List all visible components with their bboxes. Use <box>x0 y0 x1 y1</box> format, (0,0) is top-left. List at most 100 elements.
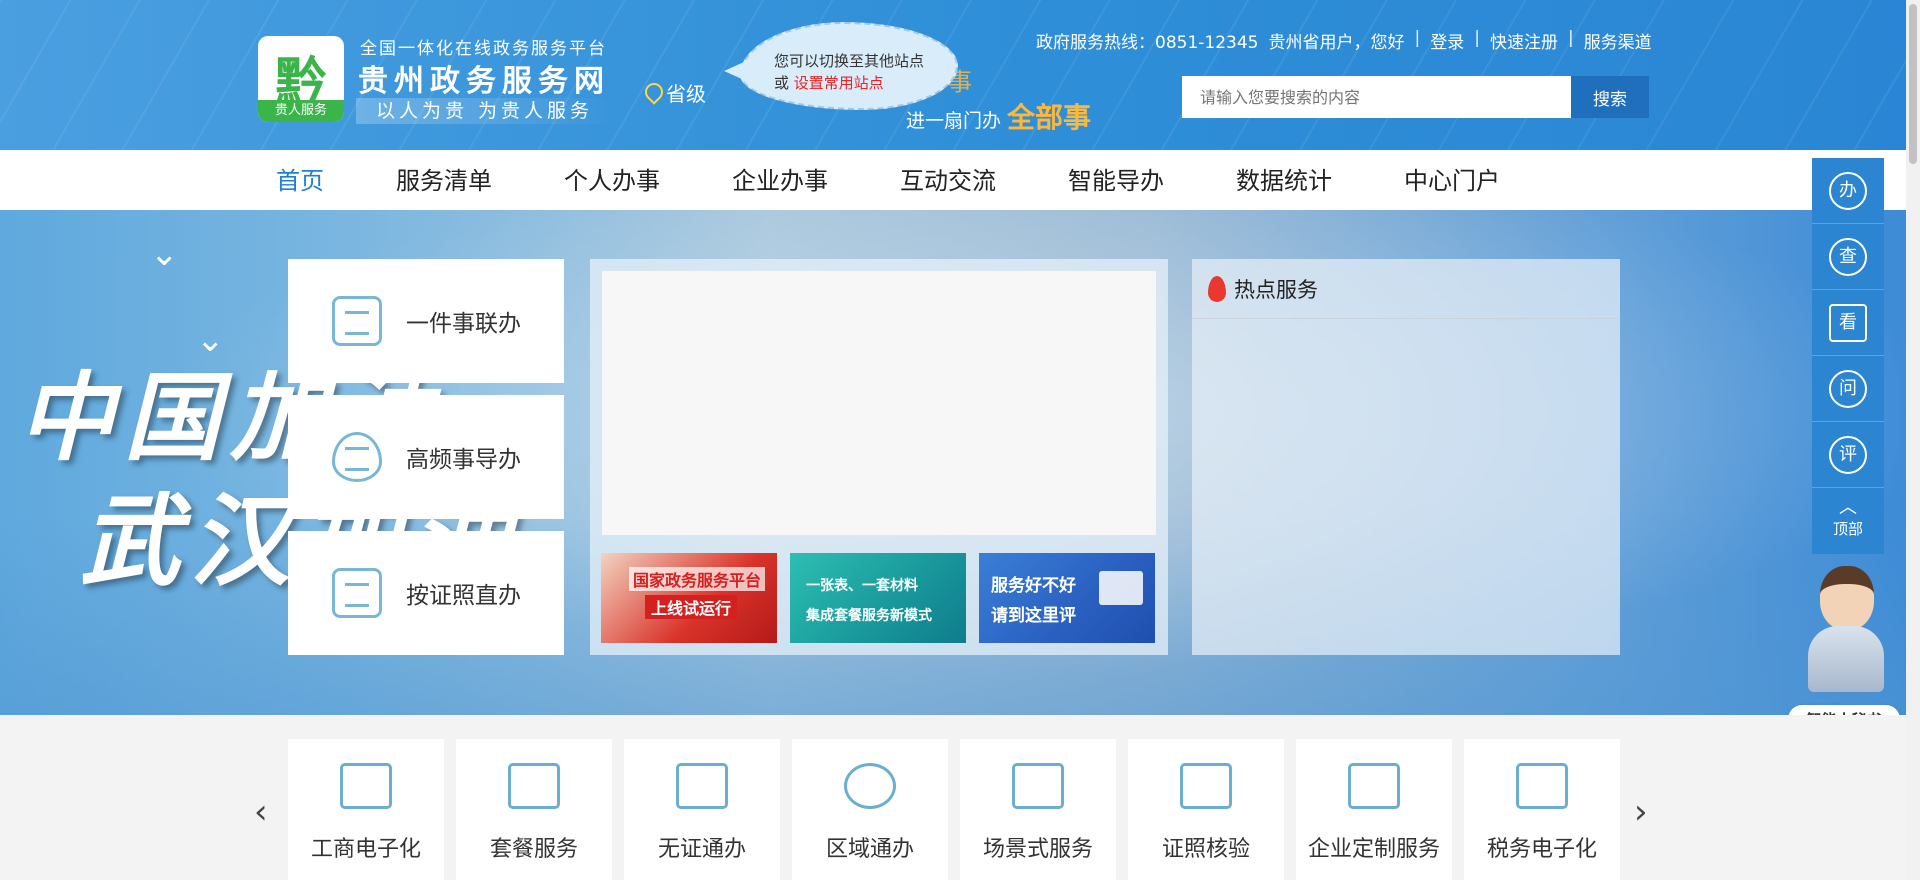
bird-icon: ⌄ <box>150 234 179 274</box>
back-to-top-button[interactable]: ︿ 顶部 <box>1812 488 1884 554</box>
chevron-up-icon: ︿ <box>1839 497 1857 518</box>
page-scrollbar[interactable] <box>1906 0 1920 880</box>
nav-personal-affairs[interactable]: 个人办事 <box>564 150 660 210</box>
login-link[interactable]: 登录 <box>1430 28 1464 53</box>
service-tax-electronic[interactable]: 税务电子化 <box>1464 739 1620 880</box>
query-icon: 查 <box>1829 237 1867 276</box>
computer-icon <box>1099 571 1143 605</box>
site-header: 黔 贵人服务 全国一体化在线政务服务平台 贵州政务服务网 以人为贵 为贵人服务 … <box>0 0 1920 150</box>
id-card-icon <box>676 763 728 809</box>
rate-icon: 评 <box>1829 435 1867 474</box>
nav-enterprise-affairs[interactable]: 企业办事 <box>732 150 828 210</box>
quick-high-frequency[interactable]: 高频事导办 <box>288 395 564 519</box>
top-links: 政府服务热线：0851-12345 贵州省用户，您好 | 登录 | 快速注册 |… <box>1036 28 1652 53</box>
quick-one-thing[interactable]: 一件事联办 <box>288 259 564 383</box>
shopping-bag-icon <box>508 763 560 809</box>
services-carousel: ‹ 工商电子化 套餐服务 无证通办 区域通办 场景式服务 证照核验 企业定制服务… <box>0 715 1906 880</box>
handshake-icon <box>332 432 382 482</box>
assistant-body <box>1808 626 1884 692</box>
hot-services-header: 热点服务 <box>1192 259 1620 319</box>
search-input[interactable] <box>1182 76 1571 118</box>
separator: | <box>1474 28 1480 48</box>
clipboard-edit-icon <box>1348 763 1400 809</box>
carousel-next-arrow[interactable]: › <box>1634 792 1648 832</box>
slogan-prefix: 进一扇门办 <box>906 110 1008 132</box>
service-label: 工商电子化 <box>310 837 421 862</box>
service-enterprise-custom[interactable]: 企业定制服务 <box>1296 739 1452 880</box>
main-nav: 首页 服务清单 个人办事 企业办事 互动交流 智能导办 数据统计 中心门户 <box>0 150 1920 210</box>
service-regional[interactable]: 区域通办 <box>792 739 948 880</box>
view-icon: 看 <box>1829 303 1867 342</box>
location-pin-icon <box>644 83 660 103</box>
service-label: 无证通办 <box>657 837 746 862</box>
scrollbar-thumb[interactable] <box>1909 4 1917 164</box>
thumb-line2: 上线试运行 <box>645 595 738 619</box>
flame-icon <box>1208 275 1226 302</box>
floating-toolbar: 办 查 看 问 评 ︿ 顶部 <box>1812 158 1884 554</box>
assistant-avatar[interactable] <box>1794 566 1894 704</box>
nav-center-portal[interactable]: 中心门户 <box>1404 150 1500 210</box>
service-label: 套餐服务 <box>489 837 578 862</box>
globe-icon <box>844 763 896 809</box>
hot-services-title: 热点服务 <box>1234 277 1318 302</box>
quick-label: 一件事联办 <box>406 311 521 337</box>
back-to-top-label: 顶部 <box>1832 520 1863 538</box>
quick-label: 按证照直办 <box>406 583 521 609</box>
hotline: 政府服务热线：0851-12345 <box>1036 33 1259 53</box>
separator: | <box>1414 28 1421 48</box>
promo-thumb-national-platform[interactable]: 国家政务服务平台 上线试运行 <box>601 553 777 643</box>
nav-statistics[interactable]: 数据统计 <box>1236 150 1332 210</box>
float-view-button[interactable]: 看 <box>1812 290 1884 356</box>
business-license-icon <box>340 763 392 809</box>
greeting: 贵州省用户，您好 <box>1268 33 1405 53</box>
promo-thumb-evaluation[interactable]: 服务好不好 请到这里评 <box>979 553 1155 643</box>
nav-interaction[interactable]: 互动交流 <box>900 150 996 210</box>
clipboard-pen-icon <box>1012 763 1064 809</box>
carousel-prev-arrow[interactable]: ‹ <box>254 792 268 832</box>
nav-smart-guide[interactable]: 智能导办 <box>1068 150 1164 210</box>
promo-thumb-package-service[interactable]: 一张表、一套材料 集成套餐服务新模式 <box>790 553 966 643</box>
separator: | <box>1567 28 1574 48</box>
thumb-line1: 一张表、一套材料 <box>806 578 918 594</box>
float-rate-button[interactable]: 评 <box>1812 422 1884 488</box>
site-slogan: 以人为贵 为贵人服务 <box>356 98 614 124</box>
nav-home[interactable]: 首页 <box>276 150 324 210</box>
quick-label: 高频事导办 <box>406 447 521 473</box>
thumb-line1: 国家政务服务平台 <box>629 567 766 591</box>
clipboard-edit-icon <box>1516 763 1568 809</box>
tooltip-line1: 您可以切换至其他站点 <box>774 52 925 70</box>
site-title: 贵州政务服务网 <box>358 64 610 99</box>
thumb-line1: 服务好不好 <box>991 576 1076 596</box>
thumb-line2: 集成套餐服务新模式 <box>806 608 932 624</box>
assistant-head <box>1820 566 1874 630</box>
location-switcher[interactable]: 省级 <box>644 78 706 107</box>
hot-services-panel: 热点服务 <box>1192 259 1620 655</box>
service-label: 场景式服务 <box>982 837 1093 862</box>
float-handle-button[interactable]: 办 <box>1812 158 1884 224</box>
thumb-line2: 请到这里评 <box>991 606 1076 626</box>
site-logo[interactable]: 黔 贵人服务 <box>258 36 344 122</box>
search-button[interactable]: 搜索 <box>1571 76 1649 118</box>
nav-service-list[interactable]: 服务清单 <box>396 150 492 210</box>
service-label: 证照核验 <box>1161 837 1250 862</box>
float-query-button[interactable]: 查 <box>1812 224 1884 290</box>
tooltip-line2: 或 设置常用站点 <box>774 72 956 94</box>
service-no-certificate[interactable]: 无证通办 <box>624 739 780 880</box>
service-business-electronic[interactable]: 工商电子化 <box>288 739 444 880</box>
register-link[interactable]: 快速注册 <box>1490 28 1558 53</box>
slogan-right: 进一扇门办 全部事 <box>906 96 1091 136</box>
service-label: 企业定制服务 <box>1307 837 1440 862</box>
certificate-search-icon <box>1180 763 1232 809</box>
video-area[interactable] <box>602 271 1156 535</box>
service-package[interactable]: 套餐服务 <box>456 739 612 880</box>
joint-handling-icon <box>332 296 382 346</box>
set-common-site-link[interactable]: 设置常用站点 <box>794 74 884 92</box>
service-channels-link[interactable]: 服务渠道 <box>1584 28 1652 53</box>
float-ask-button[interactable]: 问 <box>1812 356 1884 422</box>
handle-icon: 办 <box>1829 171 1867 210</box>
logo-tag: 贵人服务 <box>258 100 344 122</box>
service-certificate-check[interactable]: 证照核验 <box>1128 739 1284 880</box>
quick-by-certificate[interactable]: 按证照直办 <box>288 531 564 655</box>
media-panel: 国家政务服务平台 上线试运行 一张表、一套材料 集成套餐服务新模式 服务好不好 … <box>590 259 1168 655</box>
service-scenario[interactable]: 场景式服务 <box>960 739 1116 880</box>
